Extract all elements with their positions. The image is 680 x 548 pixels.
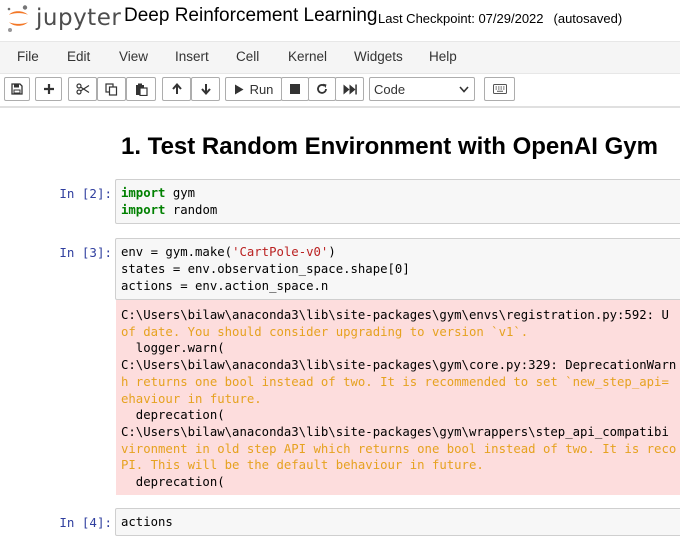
cell-2-input[interactable]: import gym import random: [115, 179, 680, 224]
menu-kernel[interactable]: Kernel: [288, 49, 327, 64]
run-label: Run: [249, 81, 274, 97]
restart-kernel-button[interactable]: [308, 77, 336, 101]
interrupt-kernel-button[interactable]: [281, 77, 309, 101]
cell-4-prompt: In [4]:: [59, 515, 112, 530]
cell-3-input[interactable]: env = gym.make('CartPole-v0') states = e…: [115, 238, 680, 300]
menu-file[interactable]: File: [17, 49, 39, 64]
cell-type-select[interactable]: Code: [369, 77, 475, 101]
copy-icon: [105, 82, 118, 96]
code-text: random: [165, 203, 218, 217]
jupyter-logo-icon: [7, 5, 28, 32]
cut-icon: [75, 83, 89, 95]
header: jupyter Deep Reinforcement Learning Last…: [0, 0, 680, 40]
paste-button[interactable]: [126, 77, 156, 101]
move-down-button[interactable]: [191, 77, 220, 101]
markdown-heading[interactable]: 1. Test Random Environment with OpenAI G…: [121, 133, 658, 161]
code-string: 'CartPole-v0': [232, 245, 329, 259]
stderr-line: C:\Users\bilaw\anaconda3\lib\site-packag…: [121, 358, 677, 373]
notebook-title[interactable]: Deep Reinforcement Learning: [124, 5, 378, 27]
jupyter-wordmark: jupyter: [36, 5, 122, 31]
stderr-line: vironment in old step API which returns …: [121, 441, 677, 456]
menu-cell[interactable]: Cell: [236, 49, 259, 64]
play-icon: [234, 84, 244, 94]
restart-icon: [317, 83, 327, 94]
move-up-button[interactable]: [162, 77, 191, 101]
chevron-down-icon: [459, 86, 469, 93]
code-text: gym: [165, 186, 196, 200]
cell-type-value: Code: [374, 82, 406, 97]
cell-3-prompt: In [3]:: [59, 245, 112, 260]
stderr-line: C:\Users\bilaw\anaconda3\lib\site-packag…: [121, 424, 669, 439]
cell-3-stderr-output: C:\Users\bilaw\anaconda3\lib\site-packag…: [116, 300, 680, 495]
stop-icon: [290, 84, 300, 94]
code-keyword: import: [121, 203, 166, 217]
stderr-line: logger.warn(: [121, 341, 225, 356]
cell-4-code: actions: [121, 515, 173, 529]
cell-3-code: env = gym.make('CartPole-v0') states = e…: [116, 239, 680, 300]
menu-edit[interactable]: Edit: [67, 49, 90, 64]
run-button[interactable]: Run: [225, 77, 282, 101]
copy-button[interactable]: [97, 77, 126, 101]
save-icon: [11, 83, 23, 95]
stderr-line: deprecation(: [121, 408, 225, 423]
paste-icon: [135, 83, 148, 96]
code-text: env = gym.make(: [121, 245, 233, 259]
arrow-up-icon: [171, 83, 182, 94]
menu-help[interactable]: Help: [429, 49, 457, 64]
code-keyword: import: [121, 186, 166, 200]
stderr-line: ehaviour in future.: [121, 391, 262, 406]
stderr-line: C:\Users\bilaw\anaconda3\lib\site-packag…: [121, 308, 669, 322]
code-text: actions = env.action_space.n: [121, 279, 329, 293]
cell-2-prompt: In [2]:: [59, 186, 112, 201]
notebook-area: 1. Test Random Environment with OpenAI G…: [0, 108, 680, 548]
cell-4-input[interactable]: actions: [115, 508, 680, 536]
menu-insert[interactable]: Insert: [175, 49, 209, 64]
stderr-line: of date. You should consider upgrading t…: [121, 324, 529, 339]
jupyter-logo[interactable]: jupyter: [6, 4, 121, 34]
plus-icon: [43, 84, 54, 94]
code-text: ): [328, 245, 336, 259]
restart-run-all-button[interactable]: [335, 77, 364, 101]
stderr-line: PI. This will be the default behaviour i…: [121, 458, 484, 473]
menu-view[interactable]: View: [119, 49, 148, 64]
checkpoint-status: Last Checkpoint: 07/29/2022 (autosaved): [378, 11, 622, 26]
checkpoint-text: Last Checkpoint: 07/29/2022: [378, 11, 544, 26]
menu-widgets[interactable]: Widgets: [354, 49, 403, 64]
command-palette-button[interactable]: [484, 77, 515, 101]
insert-cell-button[interactable]: [35, 77, 62, 101]
save-button[interactable]: [4, 77, 30, 101]
menubar: File Edit View Insert Cell Kernel Widget…: [0, 41, 680, 74]
autosave-status: (autosaved): [553, 11, 623, 26]
keyboard-icon: [492, 84, 507, 94]
fast-forward-icon: [343, 84, 357, 94]
stderr-line: h returns one bool instead of two. It is…: [121, 374, 669, 389]
toolbar: Run Code: [0, 74, 680, 106]
stderr-line: deprecation(: [121, 475, 225, 490]
arrow-down-icon: [200, 84, 211, 95]
cut-button[interactable]: [68, 77, 97, 101]
code-text: states = env.observation_space.shape[0]: [121, 262, 410, 276]
cell-2-code: import gym import random: [116, 180, 680, 224]
